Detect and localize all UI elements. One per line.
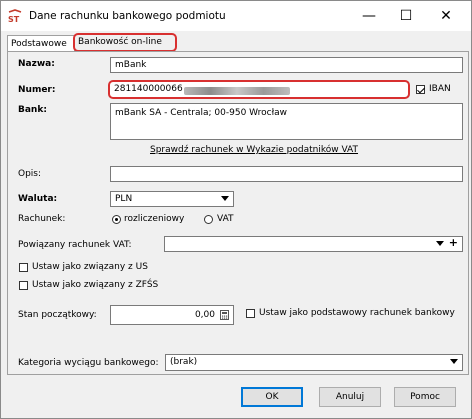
minimize-button[interactable]: — <box>352 5 386 27</box>
podstawowy-checkbox[interactable] <box>246 309 255 318</box>
cancel-button[interactable]: Anuluj <box>319 387 381 407</box>
nazwa-label: Nazwa: <box>18 59 55 69</box>
radio-vat[interactable] <box>204 215 213 224</box>
waluta-label: Waluta: <box>18 194 58 204</box>
kategoria-value: (brak) <box>170 357 198 367</box>
nazwa-input[interactable]: mBank <box>110 57 463 73</box>
title-bar: ST Dane rachunku bankowego podmiotu — ☐ … <box>1 1 471 31</box>
waluta-select[interactable]: PLN <box>110 191 234 207</box>
kategoria-select[interactable]: (brak) <box>165 354 463 371</box>
verify-vat-link[interactable]: Sprawdź rachunek w Wykazie podatników VA… <box>150 145 358 155</box>
ustaw-us-checkbox[interactable] <box>19 263 28 272</box>
ok-button[interactable]: OK <box>241 387 303 407</box>
bank-label: Bank: <box>18 105 47 115</box>
numer-label: Numer: <box>18 85 56 95</box>
tab-bankowosc-online[interactable]: Bankowość on-line <box>73 33 177 52</box>
kategoria-label: Kategoria wyciągu bankowego: <box>18 358 159 368</box>
bank-textarea[interactable]: mBank SA - Centrala; 00-950 Wrocław <box>110 103 463 140</box>
ustaw-zfss-label: Ustaw jako związany z ZFŚS <box>32 280 159 290</box>
close-icon: ✕ <box>440 8 452 24</box>
numer-input[interactable]: 281140000066 <box>108 80 410 99</box>
opis-input[interactable] <box>110 166 463 182</box>
minimize-icon: — <box>362 8 376 24</box>
window-title: Dane rachunku bankowego podmiotu <box>29 10 226 22</box>
opis-label: Opis: <box>18 169 42 179</box>
stan-input[interactable]: 0,00 <box>110 305 234 325</box>
ustaw-us-label: Ustaw jako związany z US <box>32 262 148 272</box>
chevron-down-icon <box>436 241 444 246</box>
app-logo-icon: ST <box>8 9 22 23</box>
chevron-down-icon <box>221 196 229 201</box>
close-button[interactable]: ✕ <box>429 5 463 27</box>
calculator-icon[interactable] <box>220 310 229 320</box>
svg-text:ST: ST <box>8 15 20 23</box>
maximize-button[interactable]: ☐ <box>389 5 423 27</box>
powiazany-select[interactable]: + <box>164 236 463 252</box>
waluta-value: PLN <box>115 194 133 204</box>
stan-value: 0,00 <box>194 310 215 320</box>
iban-label: IBAN <box>429 84 451 94</box>
chevron-down-icon <box>450 359 458 364</box>
plus-icon[interactable]: + <box>449 236 458 250</box>
rachunek-label: Rachunek: <box>18 214 66 224</box>
iban-checkbox[interactable] <box>416 85 425 94</box>
tab-panel-podstawowe: Nazwa: mBank Numer: 281140000066 IBAN Ba… <box>7 51 469 375</box>
radio-rozliczeniowy[interactable] <box>112 215 121 224</box>
ustaw-zfss-checkbox[interactable] <box>19 281 28 290</box>
dialog-window: ST Dane rachunku bankowego podmiotu — ☐ … <box>0 0 472 419</box>
radio-vat-label: VAT <box>217 214 234 224</box>
help-button[interactable]: Pomoc <box>394 387 456 407</box>
maximize-icon: ☐ <box>399 8 413 24</box>
numer-value: 281140000066 <box>114 84 183 94</box>
redacted-account-digits <box>184 87 290 95</box>
stan-label: Stan początkowy: <box>18 310 97 320</box>
podstawowy-label: Ustaw jako podstawowy rachunek bankowy <box>259 308 455 318</box>
powiazany-label: Powiązany rachunek VAT: <box>18 240 132 250</box>
radio-rozliczeniowy-label: rozliczeniowy <box>124 214 185 224</box>
